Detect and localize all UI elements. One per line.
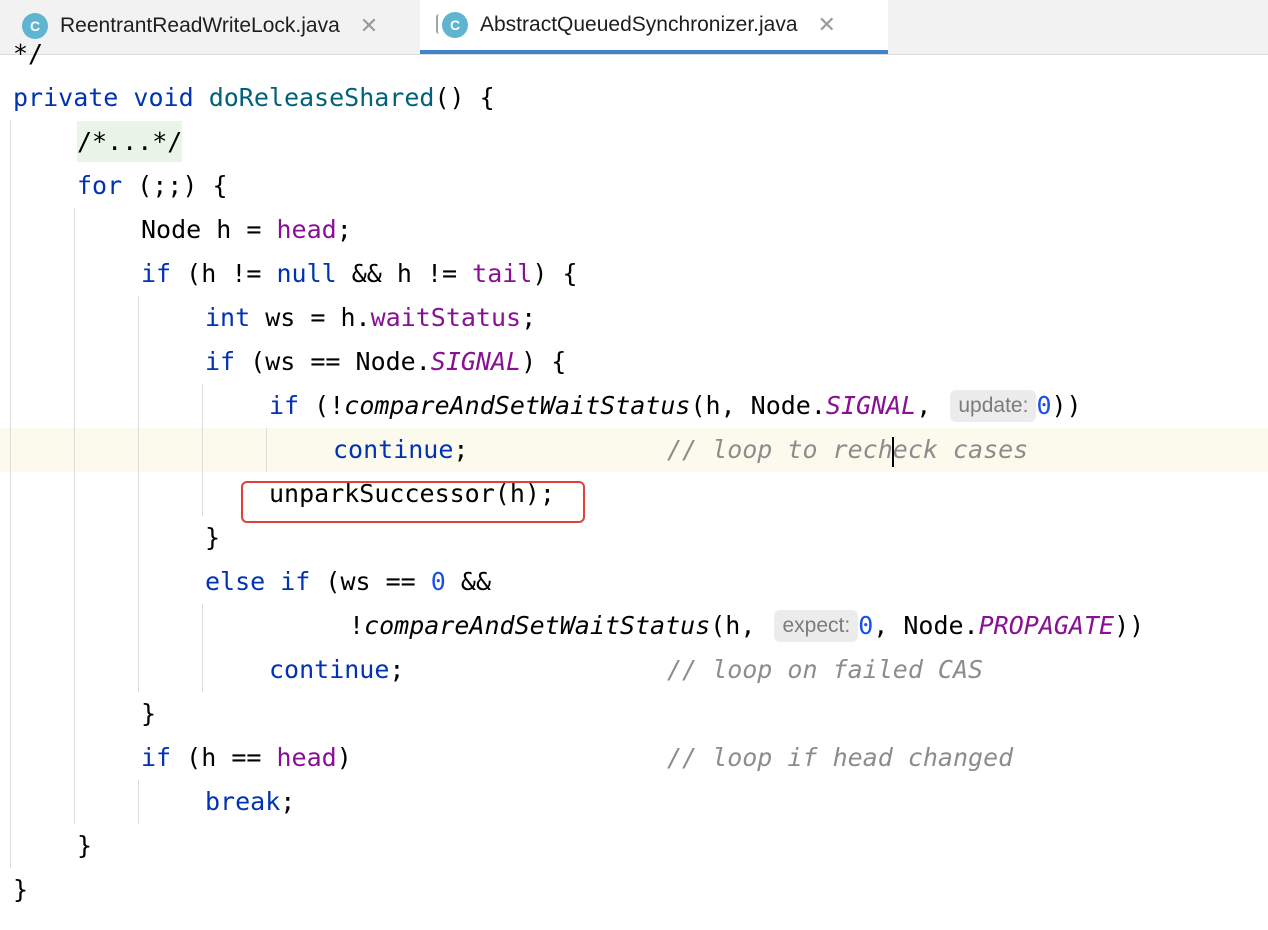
parameter-hint: update: xyxy=(950,390,1037,422)
code-line: if (h == head) xyxy=(141,743,352,772)
code-line: Node h = head; xyxy=(141,215,352,244)
tab-label: AbstractQueuedSynchronizer.java xyxy=(480,13,798,36)
code-comment: // loop if head changed xyxy=(667,743,1014,772)
code-line: } xyxy=(205,523,221,552)
code-comment: // loop on failed CAS xyxy=(667,655,984,684)
editor-tab-bar: C ReentrantReadWriteLock.java ✕ C Abstra… xyxy=(0,0,1268,55)
code-line: } xyxy=(141,699,157,728)
indent-guide xyxy=(138,780,139,824)
code-line: /*...*/ xyxy=(77,120,183,164)
indent-guide xyxy=(202,604,203,692)
code-line: if (h != null && h != tail) { xyxy=(141,259,578,288)
code-text: */ xyxy=(13,39,44,68)
code-line: if (ws == Node.SIGNAL) { xyxy=(205,347,567,376)
code-line: private void doReleaseShared() { xyxy=(13,83,495,112)
tab-label: ReentrantReadWriteLock.java xyxy=(60,13,340,37)
code-line: if (!compareAndSetWaitStatus(h, Node.SIG… xyxy=(269,390,1082,422)
indent-guide xyxy=(202,384,203,516)
indent-guide xyxy=(74,208,75,824)
code-comment: // loop to recheck cases xyxy=(667,435,1029,464)
java-class-icon: C xyxy=(436,12,468,38)
close-icon[interactable]: ✕ xyxy=(360,13,378,39)
text-caret xyxy=(892,437,894,467)
indent-guide xyxy=(266,428,267,472)
code-line: } xyxy=(77,831,93,860)
code-line: else if (ws == 0 && xyxy=(205,567,491,596)
code-line: break; xyxy=(205,787,296,816)
code-line: continue; xyxy=(333,435,469,464)
parameter-hint: expect: xyxy=(774,610,859,642)
indent-guide xyxy=(10,120,11,868)
highlight-box xyxy=(241,481,585,523)
code-editor[interactable]: */ private void doReleaseShared() { /*..… xyxy=(0,39,1268,930)
code-line: continue; xyxy=(269,655,405,684)
indent-guide xyxy=(138,296,139,692)
code-line: !compareAndSetWaitStatus(h, expect: 0, No… xyxy=(349,610,1145,642)
tab-abstract-queued-synchronizer[interactable]: C AbstractQueuedSynchronizer.java ✕ xyxy=(420,0,888,54)
code-line: } xyxy=(13,875,29,904)
folded-comment[interactable]: /*...*/ xyxy=(77,121,183,162)
code-line: for (;;) { xyxy=(77,171,228,200)
close-icon[interactable]: ✕ xyxy=(818,12,836,38)
tab-reentrant-read-write-lock[interactable]: C ReentrantReadWriteLock.java ✕ xyxy=(0,0,420,51)
current-line-highlight xyxy=(0,428,1268,472)
code-line: int ws = h.waitStatus; xyxy=(205,303,537,332)
